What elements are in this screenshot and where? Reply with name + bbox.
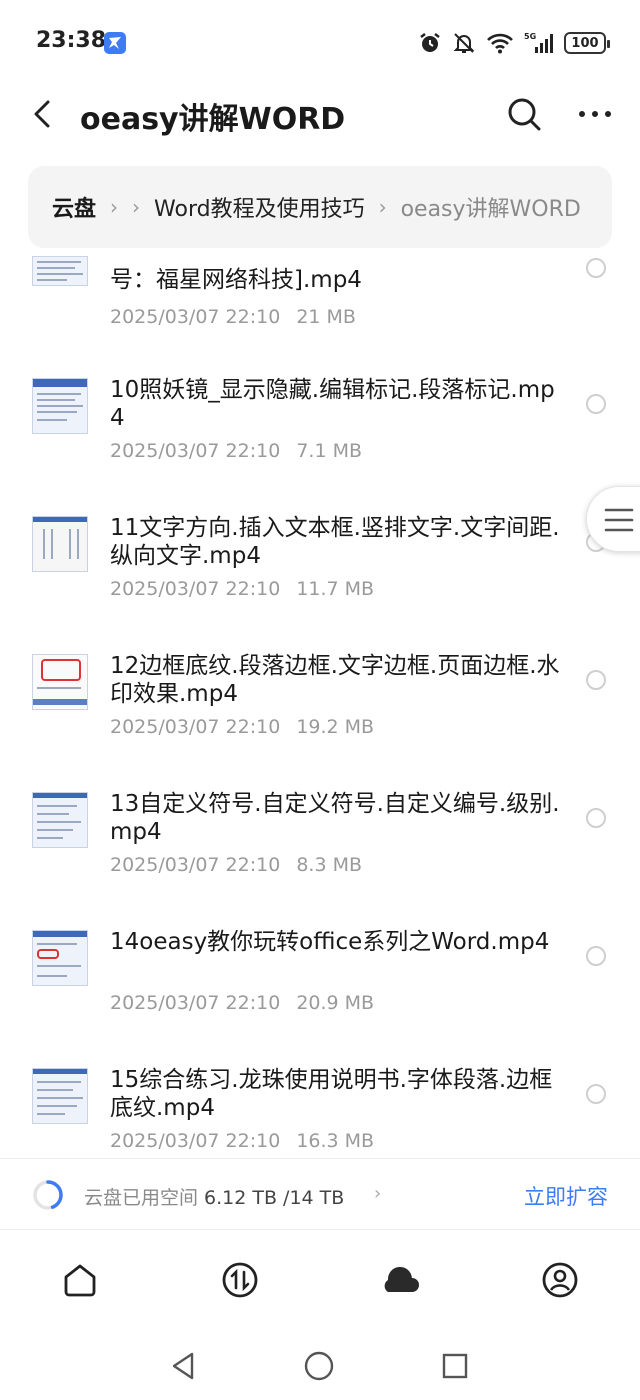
file-meta: 2025/03/07 22:10 8.3 MB: [110, 854, 362, 876]
file-meta: 2025/03/07 22:10 16.3 MB: [110, 1130, 374, 1152]
list-item[interactable]: 12边框底纹.段落边框.文字边框.页面边框.水印效果.mp4 2025/03/0…: [0, 636, 640, 774]
video-thumbnail: [32, 1068, 88, 1124]
file-meta: 2025/03/07 22:10 21 MB: [110, 306, 356, 328]
storage-progress-ring: [33, 1180, 63, 1210]
file-size: 21 MB: [296, 306, 356, 328]
file-name: 14oeasy教你玩转office系列之Word.mp4: [110, 929, 550, 955]
storage-value: 6.12 TB /14 TB: [204, 1187, 345, 1209]
signal-5g-icon: 5G: [524, 32, 553, 53]
page-title: oeasy讲解WORD: [80, 102, 346, 137]
video-thumbnail: [32, 516, 88, 572]
nav-home[interactable]: [60, 1260, 100, 1300]
header: oeasy讲解WORD: [0, 86, 640, 142]
expand-storage-button[interactable]: 立即扩容: [524, 1181, 608, 1211]
video-thumbnail: [32, 654, 88, 710]
system-home-button[interactable]: [303, 1350, 335, 1382]
video-thumbnail: [32, 256, 88, 286]
breadcrumb: 云盘 › › Word教程及使用技巧 › oeasy讲解WORD: [28, 166, 612, 248]
breadcrumb-item[interactable]: Word教程及使用技巧: [154, 191, 365, 223]
video-thumbnail: [32, 792, 88, 848]
storage-label-text: 云盘已用空间: [84, 1187, 199, 1209]
file-date: 2025/03/07 22:10: [110, 440, 281, 462]
file-size: 20.9 MB: [296, 992, 375, 1014]
nav-profile[interactable]: [540, 1260, 580, 1300]
square-recents-icon: [442, 1353, 468, 1379]
file-meta: 2025/03/07 22:10 11.7 MB: [110, 578, 374, 600]
file-meta: 2025/03/07 22:10 19.2 MB: [110, 716, 374, 738]
home-icon: [64, 1264, 96, 1297]
system-back-button[interactable]: [168, 1350, 200, 1382]
wifi-icon: [487, 33, 513, 54]
select-radio[interactable]: [586, 808, 606, 828]
back-button[interactable]: [26, 94, 62, 134]
chevron-right-icon: ›: [132, 195, 141, 219]
file-name: 15综合练习.龙珠使用说明书.字体段落.边框底纹.mp4: [110, 1067, 553, 1121]
file-date: 2025/03/07 22:10: [110, 306, 281, 328]
file-size: 16.3 MB: [296, 1130, 375, 1152]
triangle-back-icon: [172, 1352, 194, 1380]
select-radio[interactable]: [586, 670, 606, 690]
chevron-right-icon: ›: [378, 195, 387, 219]
file-size: 11.7 MB: [296, 578, 375, 600]
select-radio[interactable]: [586, 394, 606, 414]
file-date: 2025/03/07 22:10: [110, 854, 281, 876]
file-name: 11文字方向.插入文本框.竖排文字.文字间距.纵向文字.mp4: [110, 515, 560, 569]
file-meta: 2025/03/07 22:10 7.1 MB: [110, 440, 362, 462]
bottom-nav: [0, 1230, 640, 1330]
list-item[interactable]: 15综合练习.龙珠使用说明书.字体段落.边框底纹.mp4 2025/03/07 …: [0, 1050, 640, 1156]
select-radio[interactable]: [586, 946, 606, 966]
list-item[interactable]: 号：福星网络科技].mp4 2025/03/07 22:10 21 MB: [0, 248, 640, 360]
storage-bar[interactable]: 云盘已用空间 6.12 TB /14 TB › 立即扩容: [0, 1158, 640, 1230]
menu-icon: [604, 508, 634, 532]
search-icon: [508, 98, 541, 131]
file-date: 2025/03/07 22:10: [110, 1130, 281, 1152]
file-list: 号：福星网络科技].mp4 2025/03/07 22:10 21 MB 10照妖…: [0, 248, 640, 1156]
breadcrumb-root[interactable]: 云盘: [52, 191, 96, 223]
file-size: 8.3 MB: [296, 854, 362, 876]
chevron-right-icon: ›: [110, 195, 119, 219]
transfer-icon: [222, 1262, 258, 1298]
bird-app-icon: [104, 32, 126, 54]
status-icons: 5G 100: [418, 30, 610, 56]
profile-icon: [542, 1262, 578, 1298]
nav-transfer[interactable]: [220, 1260, 260, 1300]
breadcrumb-current: oeasy讲解WORD: [400, 197, 581, 222]
nav-cloud[interactable]: [380, 1260, 420, 1300]
video-thumbnail: [32, 378, 88, 434]
more-button[interactable]: [574, 94, 618, 134]
list-item[interactable]: 13自定义符号.自定义符号.自定义编号.级别.mp4 2025/03/07 22…: [0, 774, 640, 912]
file-meta: 2025/03/07 22:10 20.9 MB: [110, 992, 374, 1014]
bell-off-icon: [453, 33, 475, 53]
list-item[interactable]: 14oeasy教你玩转office系列之Word.mp4 2025/03/07 …: [0, 912, 640, 1050]
video-thumbnail: [32, 930, 88, 986]
signal-label: 5G: [524, 32, 536, 41]
file-name: 号：福星网络科技].mp4: [110, 267, 362, 293]
file-date: 2025/03/07 22:10: [110, 716, 281, 738]
more-dots-icon: [579, 111, 611, 117]
list-item[interactable]: 10照妖镜_显示隐藏.编辑标记.段落标记.mp4 2025/03/07 22:1…: [0, 360, 640, 498]
circle-home-icon: [304, 1351, 334, 1381]
file-size: 7.1 MB: [296, 440, 362, 462]
cloud-icon: [384, 1266, 419, 1292]
list-item[interactable]: 11文字方向.插入文本框.竖排文字.文字间距.纵向文字.mp4 2025/03/…: [0, 498, 640, 636]
back-arrow-icon: [34, 100, 50, 128]
file-size: 19.2 MB: [296, 716, 375, 738]
select-radio[interactable]: [586, 258, 606, 278]
file-name: 12边框底纹.段落边框.文字边框.页面边框.水印效果.mp4: [110, 653, 560, 707]
file-name: 10照妖镜_显示隐藏.编辑标记.段落标记.mp4: [110, 377, 555, 431]
status-time: 23:38: [36, 28, 107, 53]
file-name: 13自定义符号.自定义符号.自定义编号.级别.mp4: [110, 791, 560, 845]
search-button[interactable]: [504, 94, 544, 134]
file-date: 2025/03/07 22:10: [110, 992, 281, 1014]
storage-label: 云盘已用空间 6.12 TB /14 TB: [84, 1183, 344, 1210]
select-radio[interactable]: [586, 1084, 606, 1104]
battery-indicator: 100: [564, 32, 610, 54]
status-bar: 23:38 5G 100: [0, 0, 640, 86]
system-recents-button[interactable]: [439, 1350, 471, 1382]
file-date: 2025/03/07 22:10: [110, 578, 281, 600]
alarm-icon: [420, 33, 440, 52]
chevron-right-icon: ›: [374, 1183, 382, 1204]
system-nav: [0, 1330, 640, 1400]
